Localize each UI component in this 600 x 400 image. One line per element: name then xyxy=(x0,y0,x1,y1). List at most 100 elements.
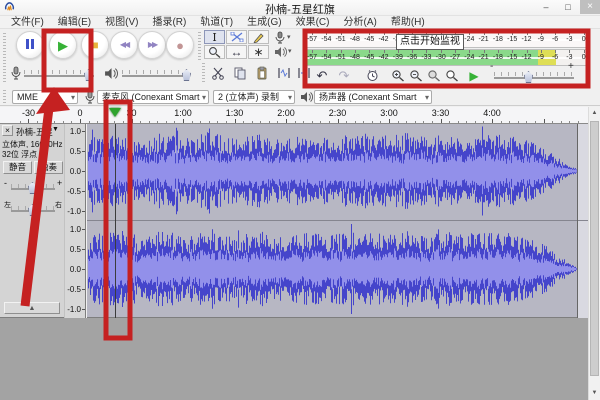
meter-db-label: -15 xyxy=(507,54,517,61)
silence-button[interactable] xyxy=(294,64,314,81)
output-volume-slider[interactable] xyxy=(122,70,190,74)
timeshift-tool-button[interactable]: ↔ xyxy=(226,45,247,59)
ruler-tick xyxy=(518,121,519,123)
edit-grip[interactable] xyxy=(202,63,205,83)
silence-icon xyxy=(297,66,311,80)
copy-button[interactable] xyxy=(230,64,250,81)
play-button[interactable]: ▶ xyxy=(49,31,77,59)
tools-grip[interactable] xyxy=(198,32,201,60)
ruler-tick xyxy=(183,119,184,123)
vertical-scrollbar[interactable]: ▲ ▼ xyxy=(588,107,600,400)
maximize-button[interactable]: □ xyxy=(558,0,578,14)
menu-item-3[interactable]: 播录(R) xyxy=(145,16,193,28)
input-volume-slider[interactable] xyxy=(24,70,94,74)
timeline-ruler[interactable]: -300301:001:302:002:303:003:304:00 xyxy=(0,107,588,124)
menu-item-5[interactable]: 生成(G) xyxy=(240,16,288,28)
meter-tick xyxy=(441,50,442,53)
skip-start-button[interactable]: ◀◀ xyxy=(110,31,138,59)
menu-item-7[interactable]: 分析(A) xyxy=(336,16,383,28)
track-collapse-button[interactable]: ▲ xyxy=(4,302,60,314)
ruler-tick xyxy=(286,119,287,123)
ruler-time-label: 1:00 xyxy=(174,108,192,118)
stop-button[interactable]: ■ xyxy=(81,31,109,59)
ruler-tick xyxy=(544,119,545,123)
skip-end-button[interactable]: ▶▶ xyxy=(138,31,166,59)
ruler-tick xyxy=(303,121,304,123)
scale-tick xyxy=(82,289,85,290)
sync-lock-button[interactable] xyxy=(362,67,382,84)
track-close-button[interactable]: × xyxy=(2,125,13,136)
scrollbar-thumb[interactable] xyxy=(590,121,599,376)
waveform-region[interactable] xyxy=(87,124,588,318)
menu-item-4[interactable]: 轨道(T) xyxy=(193,16,240,28)
redo-button[interactable]: ↷ xyxy=(334,67,354,84)
envelope-tool-button[interactable] xyxy=(226,30,247,44)
ruler-tick xyxy=(80,119,81,123)
mixer-grip[interactable] xyxy=(3,63,6,83)
zoom-in-button[interactable] xyxy=(388,67,408,84)
meter-tick xyxy=(412,50,413,53)
scale-label: -1.0 xyxy=(67,305,81,314)
ruler-tick xyxy=(149,121,150,123)
menu-item-8[interactable]: 帮助(H) xyxy=(384,16,432,28)
menu-item-1[interactable]: 编辑(E) xyxy=(51,16,98,28)
zoom-fit-button[interactable] xyxy=(442,67,462,84)
playback-device-select[interactable]: 扬声器 (Conexant Smart ▾ xyxy=(314,90,432,104)
menu-item-0[interactable]: 文件(F) xyxy=(4,16,51,28)
pause-button[interactable] xyxy=(16,31,44,59)
scroll-down-icon[interactable]: ▼ xyxy=(589,387,600,400)
multi-tool-button[interactable]: ∗ xyxy=(248,45,269,59)
close-button[interactable]: × xyxy=(580,0,600,14)
device-grip[interactable] xyxy=(3,90,6,104)
playback-speed-slider[interactable] xyxy=(494,72,574,76)
stereo-waveform xyxy=(87,124,588,318)
menu-item-2[interactable]: 视图(V) xyxy=(98,16,145,28)
scroll-up-icon[interactable]: ▲ xyxy=(589,107,600,120)
recording-device-select[interactable]: 麦克风 (Conexant Smart ▾ xyxy=(97,90,209,104)
meter-tick xyxy=(426,50,427,53)
selection-tool-button[interactable]: I xyxy=(204,30,225,44)
record-button[interactable]: ● xyxy=(166,31,194,59)
meter-tick xyxy=(369,50,370,53)
cut-button[interactable] xyxy=(208,64,228,81)
ruler-tick xyxy=(140,121,141,123)
vertical-scale[interactable]: 1.00.50.0-0.5-1.01.00.50.0-0.5-1.0 xyxy=(64,124,86,318)
meter-db-label: -12 xyxy=(521,36,531,43)
meter-db-label: -54 xyxy=(321,36,331,43)
multi-tool-icon: ∗ xyxy=(253,45,263,59)
ruler-tick xyxy=(235,119,236,123)
recording-meter[interactable]: -57-54-51-48-45-42-39-36-33-30-27-24-21-… xyxy=(303,49,588,66)
scale-label: 0.0 xyxy=(70,265,81,274)
record-meter-toggle[interactable]: ▾ xyxy=(274,31,286,44)
meter-tick xyxy=(312,50,313,53)
playhead-cursor-icon[interactable] xyxy=(109,108,121,117)
audio-host-select[interactable]: MME ▾ xyxy=(12,90,78,104)
solo-button[interactable]: 独奏 xyxy=(34,161,63,174)
play-at-speed-button[interactable]: ▶ xyxy=(464,67,484,84)
zoom-tool-button[interactable] xyxy=(204,45,225,59)
draw-tool-button[interactable] xyxy=(248,30,269,44)
ruler-time-label: 2:30 xyxy=(329,108,347,118)
ruler-tick xyxy=(552,121,553,123)
ruler-tick xyxy=(20,121,21,123)
zoom-selection-button[interactable] xyxy=(424,67,444,84)
menu-item-6[interactable]: 效果(C) xyxy=(289,16,337,28)
empty-track-area[interactable] xyxy=(0,318,588,400)
meter-tick xyxy=(355,32,356,35)
scale-label: 0.0 xyxy=(70,167,81,176)
scale-tick xyxy=(82,309,85,310)
recording-channels-select[interactable]: 2 (立体声) 录制 ▾ xyxy=(213,90,295,104)
zoom-in-icon xyxy=(391,69,405,83)
trim-button[interactable] xyxy=(274,64,294,81)
scale-tick xyxy=(82,269,85,270)
play-meter-toggle[interactable]: ▾ xyxy=(274,46,287,58)
undo-button[interactable]: ↶ xyxy=(312,67,332,84)
scale-tick xyxy=(82,151,85,152)
ruler-tick xyxy=(355,121,356,123)
track-menu-caret-icon[interactable]: ▼ xyxy=(52,126,59,133)
minimize-button[interactable]: – xyxy=(536,0,556,14)
paste-button[interactable] xyxy=(252,64,272,81)
meter-tick xyxy=(484,50,485,53)
mute-button[interactable]: 静音 xyxy=(3,161,32,174)
zoom-out-button[interactable] xyxy=(406,67,426,84)
